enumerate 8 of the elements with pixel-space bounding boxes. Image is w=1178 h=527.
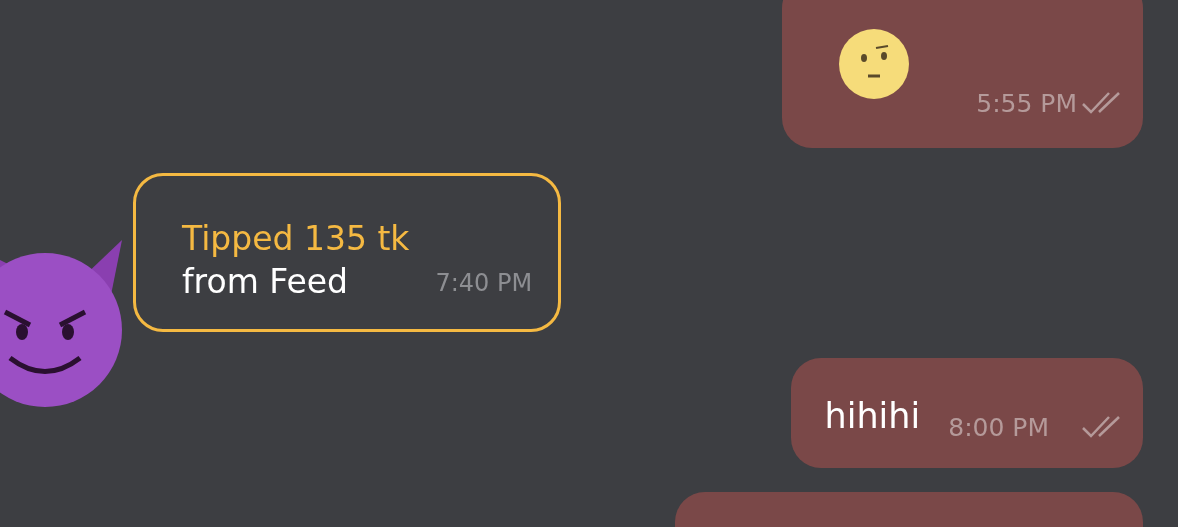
message-text: hihihi xyxy=(824,396,921,436)
tip-source: from Feed xyxy=(182,262,349,301)
message-time: 5:55 PM xyxy=(976,89,1077,118)
message-time: 7:40 PM xyxy=(435,269,533,297)
message-time: 8:00 PM xyxy=(948,413,1049,442)
tip-amount: Tipped 135 tk xyxy=(182,219,410,258)
devil-emoji-icon xyxy=(0,240,125,408)
emoji-icon xyxy=(838,28,910,100)
